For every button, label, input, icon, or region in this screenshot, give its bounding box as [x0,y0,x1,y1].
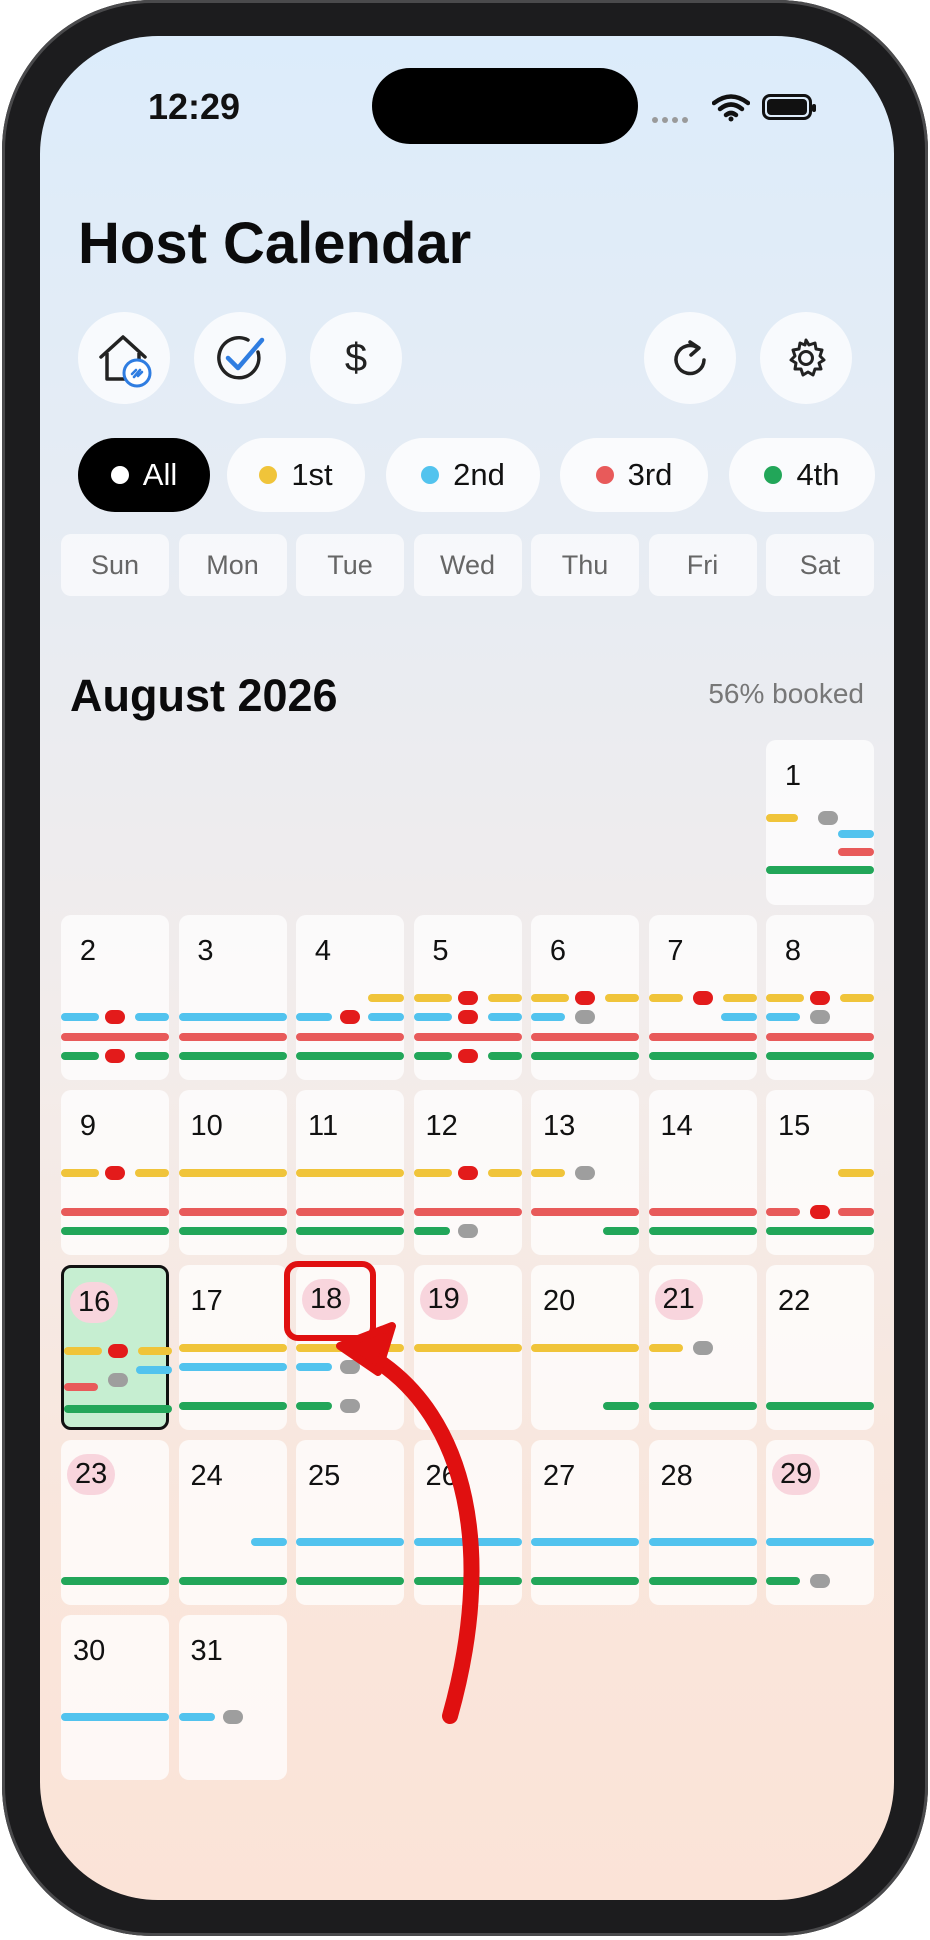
annotation-arrow [336,1322,480,1724]
screen: 12:29 Host Calendar $ All 1st 2nd 3rd 4t… [40,36,894,1900]
phone-frame: 12:29 Host Calendar $ All 1st 2nd 3rd 4t… [2,0,928,1936]
